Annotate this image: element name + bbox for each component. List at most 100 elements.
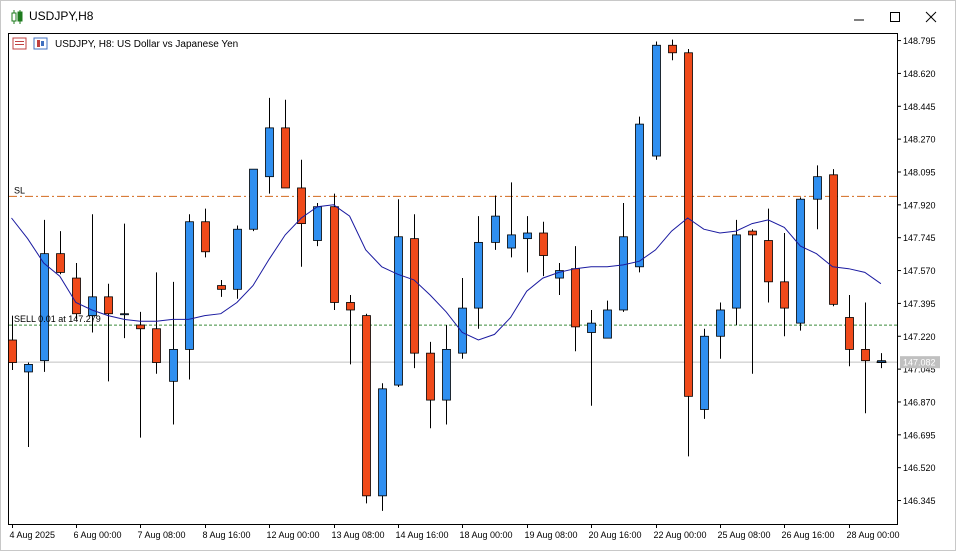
candle-body: [813, 176, 822, 200]
x-tick-label: 25 Aug 08:00: [718, 530, 771, 540]
candle-body: [120, 313, 129, 316]
candle-body: [652, 44, 661, 157]
candle-body: [40, 253, 49, 362]
y-tick-label: 148.445: [903, 102, 936, 112]
chart-window: USDJPY,H8 USDJPY, H8: US Dollar vs Japan…: [0, 0, 956, 551]
candle-body: [362, 315, 371, 497]
candle-body: [169, 349, 178, 382]
candle[interactable]: [635, 116, 644, 273]
maximize-button[interactable]: [878, 1, 912, 33]
candle-body: [8, 339, 17, 363]
candle-body: [668, 44, 677, 54]
candle-body: [72, 277, 81, 315]
price-chart[interactable]: USDJPY, H8: US Dollar vs Japanese Yen 14…: [1, 33, 955, 550]
candle[interactable]: [313, 202, 322, 247]
candle-body: [104, 296, 113, 315]
chart-header: USDJPY, H8: US Dollar vs Japanese Yen: [12, 37, 238, 50]
current-price-label: 147.082: [903, 358, 936, 368]
title-bar[interactable]: USDJPY,H8: [1, 1, 955, 33]
candle-body: [426, 352, 435, 401]
candle-body: [571, 268, 580, 328]
y-tick-label: 146.695: [903, 430, 936, 440]
x-tick-label: 26 Aug 16:00: [782, 530, 835, 540]
candlestick-chart-icon: [11, 10, 23, 24]
candle-body: [700, 335, 709, 410]
minimize-button[interactable]: [842, 1, 876, 33]
y-tick-label: 146.870: [903, 397, 936, 407]
x-tick-label: 7 Aug 08:00: [138, 530, 186, 540]
candle-body: [217, 285, 226, 290]
candle-body: [346, 302, 355, 311]
candle[interactable]: [796, 197, 805, 331]
candle-body: [410, 238, 419, 354]
candle[interactable]: [249, 168, 258, 232]
maximize-icon: [890, 12, 900, 22]
candle-body: [24, 364, 33, 373]
candle[interactable]: [378, 383, 387, 511]
candle-body: [185, 221, 194, 350]
x-tick-label: 12 Aug 00:00: [267, 530, 320, 540]
candle-body: [458, 307, 467, 354]
minimize-icon: [854, 19, 864, 21]
candle-body: [442, 349, 451, 401]
candle[interactable]: [684, 49, 693, 457]
candle-body: [780, 281, 789, 309]
candle-body: [748, 230, 757, 236]
candle-body: [684, 52, 693, 397]
candle[interactable]: [330, 193, 339, 310]
window-title: USDJPY,H8: [29, 9, 94, 23]
y-tick-label: 147.220: [903, 332, 936, 342]
candle-body: [796, 198, 805, 324]
current-price-tag: 147.082: [900, 356, 940, 369]
y-tick-label: 147.920: [903, 200, 936, 210]
candle-body: [635, 123, 644, 268]
y-tick-label: 147.570: [903, 266, 936, 276]
candle-body: [603, 309, 612, 339]
candle-body: [378, 388, 387, 497]
candle-body: [829, 174, 838, 305]
symbol-chart-icon: [33, 37, 48, 50]
candle-body: [587, 322, 596, 333]
y-tick-label: 147.745: [903, 233, 936, 243]
y-tick-label: 146.345: [903, 496, 936, 506]
close-icon: [925, 11, 937, 23]
candle-body: [845, 317, 854, 350]
candle[interactable]: [829, 169, 838, 307]
candle-body: [523, 232, 532, 240]
entry-order-label: SELL 0.01 at 147.279: [14, 314, 101, 324]
x-tick-label: 22 Aug 00:00: [654, 530, 707, 540]
x-tick-label: 20 Aug 16:00: [589, 530, 642, 540]
y-tick-label: 148.095: [903, 167, 936, 177]
close-button[interactable]: [914, 1, 948, 33]
candle[interactable]: [700, 328, 709, 419]
y-tick-label: 147.395: [903, 299, 936, 309]
candle-body: [619, 236, 628, 311]
x-tick-label: 19 Aug 08:00: [525, 530, 578, 540]
candle-body: [281, 127, 290, 189]
candle-body: [539, 232, 548, 256]
x-tick-label: 18 Aug 00:00: [460, 530, 513, 540]
candle-body: [201, 221, 210, 253]
x-tick-label: 8 Aug 16:00: [203, 530, 251, 540]
candle-body: [732, 234, 741, 309]
candle-body: [313, 206, 322, 241]
candle[interactable]: [362, 313, 371, 504]
candle-body: [152, 328, 161, 363]
x-tick-label: 28 Aug 00:00: [847, 530, 900, 540]
y-tick-label: 148.270: [903, 135, 936, 145]
y-tick-label: 148.795: [903, 36, 936, 46]
candle-body: [507, 234, 516, 249]
candle-body: [136, 324, 145, 330]
candle[interactable]: [233, 225, 242, 299]
candle-body: [394, 236, 403, 386]
candle-body: [764, 240, 773, 283]
candle-body: [88, 296, 97, 317]
x-tick-label: 6 Aug 00:00: [74, 530, 122, 540]
chart-area[interactable]: USDJPY, H8: US Dollar vs Japanese Yen 14…: [1, 33, 955, 550]
candle-body: [56, 253, 65, 273]
candle[interactable]: [652, 41, 661, 160]
candle-body: [233, 228, 242, 290]
candle-body: [330, 206, 339, 303]
y-tick-label: 146.520: [903, 463, 936, 473]
candle-body: [474, 241, 483, 309]
